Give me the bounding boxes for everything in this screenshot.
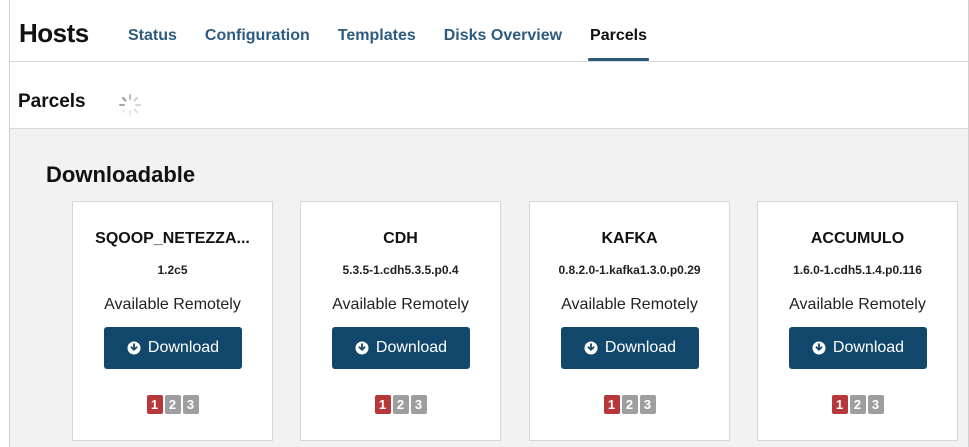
tab-configuration[interactable]: Configuration (205, 27, 310, 60)
step-1: 1 (146, 395, 163, 414)
parcel-status: Available Remotely (789, 296, 926, 313)
parcel-version: 5.3.5-1.cdh5.3.5.p0.4 (342, 263, 459, 277)
step-3: 3 (867, 395, 884, 414)
parcel-steps: 123 (301, 395, 500, 414)
parcel-steps: 123 (530, 395, 729, 414)
section-title: Parcels (18, 91, 86, 112)
spinner-icon (119, 94, 141, 116)
parcel-card: CDH 5.3.5-1.cdh5.3.5.p0.4 Available Remo… (300, 201, 501, 441)
parcel-card: SQOOP_NETEZZA... 1.2c5 Available Remotel… (72, 201, 273, 441)
parcel-status: Available Remotely (332, 296, 469, 313)
top-navigation: Hosts Status Configuration Templates Dis… (10, 0, 968, 62)
parcels-section-header: Parcels (10, 62, 968, 129)
tab-bar: Status Configuration Templates Disks Ove… (128, 27, 675, 61)
download-circle-icon (355, 341, 369, 355)
step-3: 3 (639, 395, 656, 414)
parcel-card: ACCUMULO 1.6.0-1.cdh5.1.4.p0.116 Availab… (757, 201, 958, 441)
tab-parcels[interactable]: Parcels (588, 27, 649, 61)
parcel-steps: 123 (758, 395, 957, 414)
parcel-card: KAFKA 0.8.2.0-1.kafka1.3.0.p0.29 Availab… (529, 201, 730, 441)
hosts-page: Hosts Status Configuration Templates Dis… (9, 0, 969, 447)
step-3: 3 (410, 395, 427, 414)
download-circle-icon (812, 341, 826, 355)
download-button[interactable]: Download (789, 327, 927, 369)
download-circle-icon (584, 341, 598, 355)
download-button-label: Download (147, 339, 220, 356)
parcel-name: KAFKA (601, 230, 658, 247)
parcel-version: 1.6.0-1.cdh5.1.4.p0.116 (793, 263, 922, 277)
download-button-label: Download (604, 339, 677, 356)
parcel-status: Available Remotely (104, 296, 241, 313)
step-2: 2 (164, 395, 181, 414)
parcel-version: 0.8.2.0-1.kafka1.3.0.p0.29 (558, 263, 701, 277)
parcel-name: CDH (383, 230, 418, 247)
parcel-name: SQOOP_NETEZZA... (95, 230, 250, 247)
step-1: 1 (374, 395, 391, 414)
parcel-version: 1.2c5 (157, 263, 188, 277)
tab-status[interactable]: Status (128, 27, 177, 60)
download-circle-icon (127, 341, 141, 355)
step-3: 3 (182, 395, 199, 414)
step-2: 2 (392, 395, 409, 414)
page-title: Hosts (19, 18, 89, 48)
download-button-label: Download (832, 339, 905, 356)
tab-disks-overview[interactable]: Disks Overview (444, 27, 562, 60)
download-button[interactable]: Download (332, 327, 470, 369)
tab-templates[interactable]: Templates (338, 27, 416, 60)
download-button-label: Download (375, 339, 448, 356)
downloadable-heading: Downloadable (46, 162, 196, 187)
parcels-content: Downloadable SQOOP_NETEZZA... 1.2c5 Avai… (10, 129, 968, 447)
step-2: 2 (621, 395, 638, 414)
parcel-name: ACCUMULO (810, 230, 905, 247)
step-1: 1 (831, 395, 848, 414)
download-button[interactable]: Download (104, 327, 242, 369)
parcel-status: Available Remotely (561, 296, 698, 313)
step-1: 1 (603, 395, 620, 414)
download-button[interactable]: Download (561, 327, 699, 369)
parcel-steps: 123 (73, 395, 272, 414)
step-2: 2 (849, 395, 866, 414)
